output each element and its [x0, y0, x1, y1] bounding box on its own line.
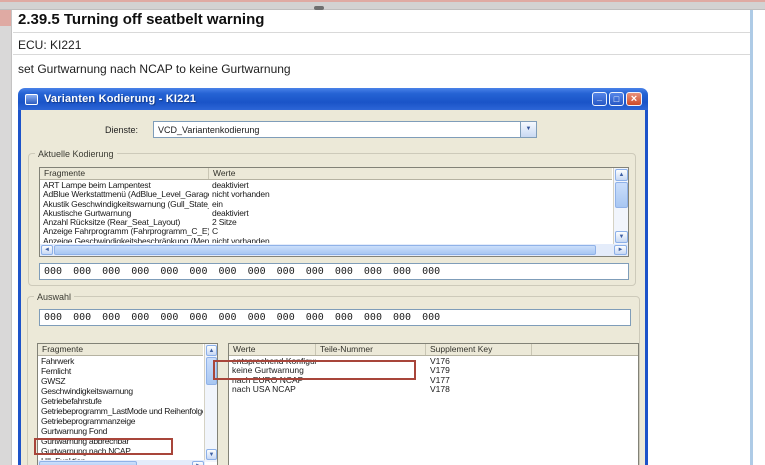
aktuelle-kodierung-label: Aktuelle Kodierung — [35, 149, 117, 159]
current-coding-value-field[interactable]: 000 000 000 000 000 000 000 000 000 000 … — [39, 263, 629, 280]
table-header-row: Werte Teile-Nummer Supplement Key — [229, 344, 638, 356]
left-window-edge — [0, 10, 12, 465]
list-header: Fragmente — [38, 344, 203, 356]
column-header-fragmente[interactable]: Fragmente — [40, 168, 209, 179]
auswahl-label: Auswahl — [34, 292, 74, 302]
column-header-fragmente[interactable]: Fragmente — [38, 344, 203, 355]
table-row[interactable]: Anzeige Fahrprogramm (Fahrprogramm_C_E)C — [40, 227, 612, 236]
close-button[interactable]: × — [626, 92, 642, 106]
dienste-label: Dienste: — [60, 125, 138, 135]
aktuelle-kodierung-group: Aktuelle Kodierung Fragmente Werte ART L… — [28, 153, 636, 286]
scroll-down-icon[interactable]: ▼ — [206, 449, 217, 460]
list-item[interactable]: Getriebeprogramm_LastMode und Reihenfolg… — [38, 406, 203, 416]
divider — [13, 32, 750, 33]
table-row[interactable]: nach USA NCAP V178 — [229, 385, 638, 394]
vertical-scrollbar[interactable]: ▲ ▼ — [613, 168, 628, 244]
section-heading: 2.39.5 Turning off seatbelt warning — [18, 11, 264, 28]
scroll-up-icon[interactable]: ▲ — [615, 169, 628, 181]
chevron-down-icon[interactable]: ▼ — [520, 122, 536, 137]
annotation-box-gurtwarnung-nach-ncap — [34, 438, 173, 455]
scroll-up-icon[interactable]: ▲ — [206, 345, 217, 356]
dienste-combobox[interactable]: VCD_Variantenkodierung ▼ — [153, 121, 537, 138]
list-item[interactable]: Gurtwarnung Fond — [38, 426, 203, 436]
maximize-icon: □ — [610, 93, 623, 105]
maximize-button[interactable]: □ — [609, 92, 624, 106]
dialog-title: Varianten Kodierung - KI221 — [44, 93, 196, 105]
annotation-box-keine-gurtwarnung — [213, 360, 416, 380]
table-row[interactable]: Akustische Gurtwarnungdeaktiviert — [40, 209, 612, 218]
table-row[interactable]: Anzahl Rücksitze (Rear_Seat_Layout)2 Sit… — [40, 218, 612, 227]
top-window-edge — [0, 0, 765, 10]
list-item[interactable]: Fahrwerk — [38, 356, 203, 366]
scroll-left-icon[interactable]: ◄ — [41, 245, 53, 255]
table-row[interactable]: ART Lampe beim Lampentestdeaktiviert — [40, 181, 612, 190]
horizontal-scrollbar[interactable]: ◄ ► — [40, 244, 628, 256]
auswahl-group: Auswahl 000 000 000 000 000 000 000 000 … — [27, 296, 640, 465]
scrollbar-thumb[interactable] — [39, 461, 137, 465]
window-icon — [25, 94, 38, 105]
scrollbar-thumb[interactable] — [54, 245, 596, 255]
dialog-body: Dienste: VCD_Variantenkodierung ▼ Aktuel… — [18, 110, 648, 465]
scroll-right-icon[interactable]: ► — [614, 245, 627, 255]
list-item[interactable]: GWSZ — [38, 376, 203, 386]
scroll-down-icon[interactable]: ▼ — [615, 231, 628, 243]
aktuelle-kodierung-table: Fragmente Werte ART Lampe beim Lampentes… — [39, 167, 629, 257]
minimize-button[interactable]: _ — [592, 92, 607, 106]
screenshot-root: 2.39.5 Turning off seatbelt warning ECU:… — [0, 0, 765, 465]
list-item[interactable]: Getriebefahrstufe — [38, 396, 203, 406]
table-row[interactable]: Anzeige Geschwindigkeitsbeschränkung (Me… — [40, 237, 612, 243]
table-header-row: Fragmente Werte — [40, 168, 612, 180]
column-header-teile-nummer[interactable]: Teile-Nummer — [316, 344, 426, 355]
minimize-icon: _ — [593, 93, 606, 102]
column-header-supplement-key[interactable]: Supplement Key — [426, 344, 532, 355]
divider — [13, 54, 750, 55]
table-row[interactable]: AdBlue Werkstattmenü (AdBlue_Level_Garag… — [40, 190, 612, 199]
list-item[interactable]: Getriebeprogrammanzeige — [38, 416, 203, 426]
column-header-werte[interactable]: Werte — [209, 168, 612, 179]
toolbar-artifact-mark — [314, 6, 324, 10]
list-item[interactable]: Fernlicht — [38, 366, 203, 376]
page-right-scroll-track[interactable] — [750, 10, 753, 465]
left-edge-accent — [0, 10, 11, 26]
selected-coding-value-field[interactable]: 000 000 000 000 000 000 000 000 000 000 … — [39, 309, 631, 326]
scroll-right-icon[interactable]: ► — [192, 461, 204, 465]
horizontal-scrollbar[interactable]: ► — [38, 460, 205, 465]
close-icon: × — [627, 93, 641, 105]
ecu-label: ECU: KI221 — [18, 38, 81, 52]
scrollbar-thumb[interactable] — [615, 182, 628, 208]
list-item[interactable]: Geschwindigkeitswarnung — [38, 386, 203, 396]
dienste-selected-value: VCD_Variantenkodierung — [154, 125, 259, 135]
column-header-empty[interactable] — [532, 344, 638, 355]
column-header-werte[interactable]: Werte — [229, 344, 316, 355]
instruction-text: set Gurtwarnung nach NCAP to keine Gurtw… — [18, 62, 291, 76]
varianten-kodierung-dialog: Varianten Kodierung - KI221 _ □ × Dienst… — [18, 88, 648, 465]
table-row[interactable]: Akustik Geschwindigkeitswarnung (Gull_St… — [40, 200, 612, 209]
dialog-titlebar[interactable]: Varianten Kodierung - KI221 _ □ × — [18, 88, 648, 110]
